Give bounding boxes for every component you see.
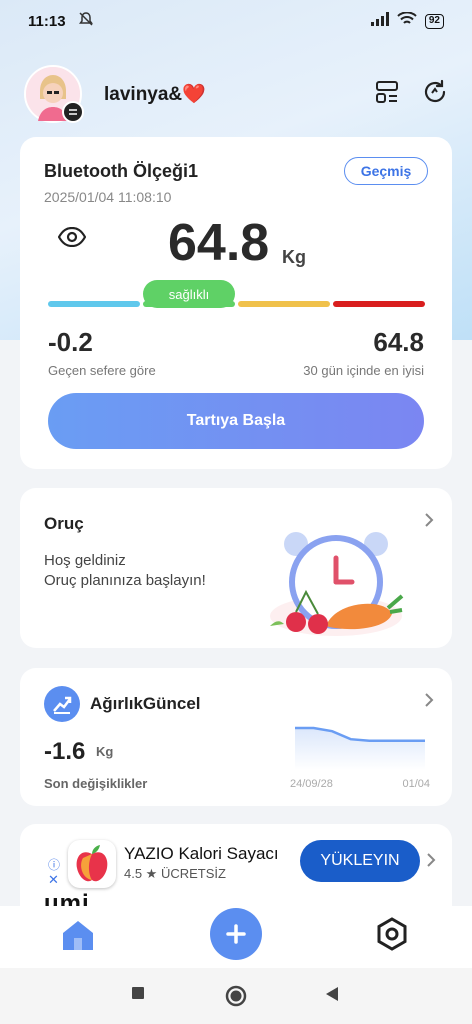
chevron-right-icon[interactable] bbox=[424, 692, 434, 713]
fasting-prompt: Oruç planınıza başlayın! bbox=[44, 572, 206, 589]
recent-changes-label: Son değişiklikler bbox=[44, 776, 148, 791]
status-bar: 11:13 92 bbox=[0, 0, 472, 42]
fasting-card[interactable]: Oruç Hoş geldiniz Oruç planınıza başlayı… bbox=[20, 488, 452, 648]
best-label: 30 gün içinde en iyisi bbox=[303, 363, 424, 378]
ad-app-name[interactable]: YAZIO Kalori Sayacı bbox=[124, 844, 279, 864]
chart-start-date: 24/09/28 bbox=[290, 778, 333, 790]
layout-icon[interactable] bbox=[374, 79, 400, 110]
scale-card: Bluetooth Ölçeği1 2025/01/04 11:08:10 Ge… bbox=[20, 137, 452, 469]
measurement-datetime: 2025/01/04 11:08:10 bbox=[44, 189, 172, 205]
plus-icon bbox=[226, 924, 246, 944]
settings-icon[interactable] bbox=[374, 916, 410, 957]
clock-food-illustration bbox=[266, 530, 406, 645]
eye-icon[interactable] bbox=[57, 226, 87, 252]
scale-name: Bluetooth Ölçeği1 bbox=[44, 161, 199, 181]
fasting-welcome: Hoş geldiniz bbox=[44, 552, 126, 569]
bmi-segment-very-high bbox=[333, 301, 425, 307]
chevron-right-icon[interactable] bbox=[424, 512, 434, 533]
change-label: Geçen sefere göre bbox=[48, 363, 156, 378]
weight-delta: -1.6 bbox=[44, 738, 86, 765]
wifi-icon bbox=[397, 11, 417, 30]
weight-unit: Kg bbox=[282, 247, 306, 267]
ad-rating: 4.5 ★ ÜCRETSİZ bbox=[124, 866, 226, 881]
profile-header: lavinya&❤️ bbox=[0, 62, 472, 126]
chevron-right-icon[interactable] bbox=[426, 852, 436, 873]
add-button[interactable] bbox=[210, 908, 262, 960]
change-value: -0.2 bbox=[48, 327, 93, 357]
username[interactable]: lavinya&❤️ bbox=[104, 82, 206, 106]
ad-close-icon[interactable]: ✕ bbox=[48, 872, 59, 888]
install-button[interactable]: YÜKLEYIN bbox=[300, 840, 420, 882]
weight-value: 64.8 bbox=[168, 214, 270, 272]
best-value: 64.8 bbox=[373, 327, 424, 357]
status-time: 11:13 bbox=[28, 12, 66, 30]
switch-user-icon[interactable] bbox=[62, 101, 84, 123]
system-nav-bar bbox=[0, 968, 472, 1024]
status-badge: sağlıklı bbox=[143, 280, 235, 308]
battery-indicator: 92 bbox=[424, 13, 444, 29]
trend-title: AğırlıkGüncel bbox=[90, 694, 201, 713]
bmi-segment-high bbox=[238, 301, 330, 307]
bmi-segment-low bbox=[48, 301, 140, 307]
fasting-title: Oruç bbox=[44, 514, 84, 533]
back-icon[interactable] bbox=[324, 985, 340, 1008]
ad-info-icon[interactable]: ⓘ bbox=[48, 856, 60, 873]
bottom-nav bbox=[0, 906, 472, 968]
weight-trend-card[interactable]: AğırlıkGüncel -1.6 Kg Son değişiklikler … bbox=[20, 668, 452, 806]
chart-end-date: 01/04 bbox=[402, 778, 430, 790]
avatar[interactable] bbox=[24, 65, 84, 123]
history-button[interactable]: Geçmiş bbox=[344, 157, 428, 185]
home-icon[interactable] bbox=[60, 918, 96, 957]
signal-icon bbox=[370, 12, 389, 30]
home-circle-icon[interactable] bbox=[225, 985, 247, 1012]
recent-apps-icon[interactable] bbox=[130, 985, 146, 1006]
start-weighing-button[interactable]: Tartıya Başla bbox=[48, 393, 424, 449]
trend-up-icon bbox=[44, 686, 80, 722]
sync-icon[interactable] bbox=[422, 79, 448, 110]
trend-sparkline bbox=[295, 726, 425, 770]
weight-delta-unit: Kg bbox=[96, 744, 114, 759]
sparkline-area bbox=[295, 728, 425, 770]
mute-icon bbox=[78, 11, 94, 31]
ad-app-icon[interactable] bbox=[68, 840, 116, 888]
